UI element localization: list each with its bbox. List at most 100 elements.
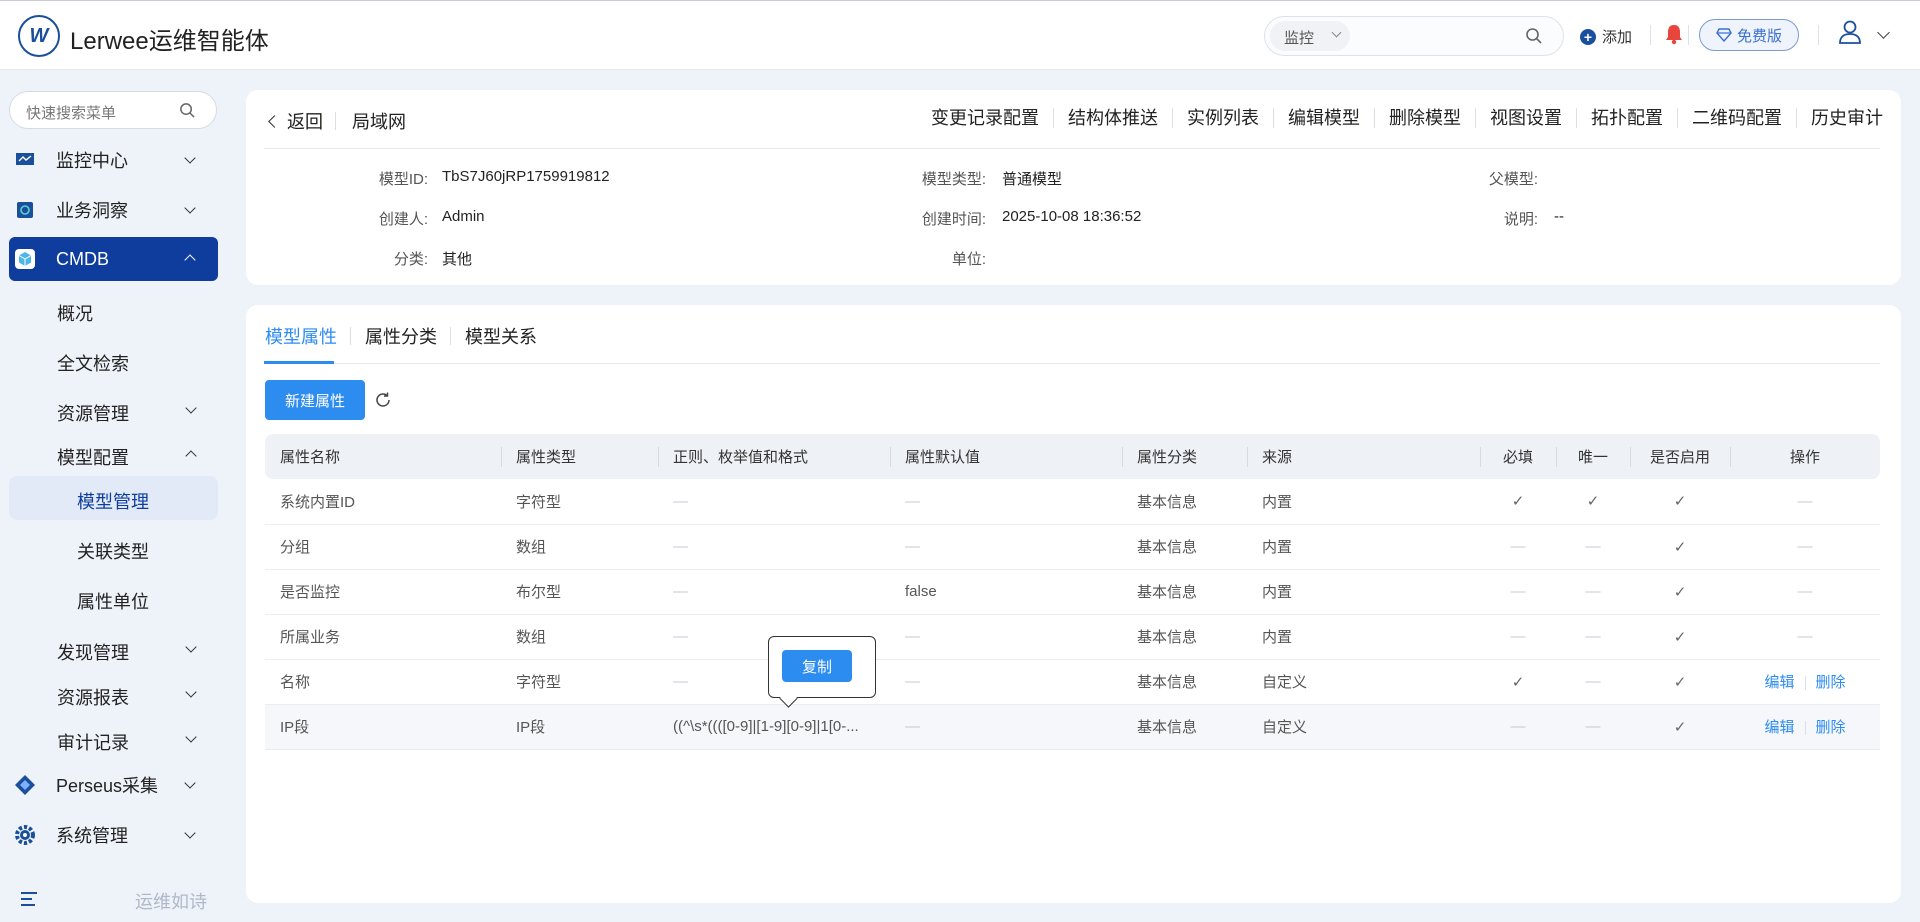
app-logo[interactable]: W [18, 15, 60, 57]
divider [264, 148, 1880, 149]
column-header: 属性名称 [265, 434, 501, 479]
sidebar-item-discovery-mgmt[interactable]: 发现管理 [57, 639, 197, 665]
sidebar-item-model-config[interactable]: 模型配置 [57, 444, 197, 470]
column-header: 属性默认值 [890, 434, 1122, 479]
chevron-down-icon [184, 152, 196, 164]
copy-tooltip: 复制 [768, 636, 876, 698]
action-history-audit[interactable]: 历史审计 [1797, 108, 1883, 128]
enabled-check-icon: ✓ [1630, 569, 1730, 615]
attr-default-cell: — [890, 659, 1122, 705]
sidebar-item-audit-log[interactable]: 审计记录 [57, 729, 197, 755]
tab-model-relations[interactable]: 模型关系 [465, 323, 537, 349]
table-row: 名称 字符型 — — 基本信息 自定义 ✓ — ✓ 编辑 删除 [265, 659, 1880, 705]
search-scope-select[interactable]: 监控 [1270, 21, 1350, 51]
global-search[interactable]: 监控 [1264, 16, 1564, 56]
attributes-card: 模型属性 属性分类 模型关系 新建属性 属性名称 属性类型 正则、枚举值和格式 … [246, 305, 1901, 903]
attr-regex-cell[interactable]: ((^\s*((([0-9]|[1-9][0-9]|1[0-... [658, 704, 890, 750]
created-time-value: 2025-10-08 18:36:52 [1002, 208, 1142, 225]
sidebar-item-resource-mgmt[interactable]: 资源管理 [57, 400, 197, 426]
copy-button[interactable]: 复制 [782, 650, 852, 682]
search-icon[interactable] [1525, 27, 1543, 45]
attr-default-cell: — [890, 524, 1122, 570]
sidebar-item-business-insight[interactable]: 业务洞察 [9, 189, 218, 231]
attr-regex-cell: — [658, 524, 890, 570]
action-change-record-config[interactable]: 变更记录配置 [917, 108, 1054, 128]
attr-regex-cell: — [658, 479, 890, 525]
action-instance-list[interactable]: 实例列表 [1173, 108, 1274, 128]
delete-link[interactable]: 删除 [1816, 719, 1846, 736]
new-attribute-button[interactable]: 新建属性 [265, 380, 365, 420]
sidebar-item-relation-type[interactable]: 关联类型 [9, 526, 218, 570]
field-label: 分类: [393, 251, 428, 268]
creator-value: Admin [442, 208, 485, 225]
sidebar: 快速搜索菜单 监控中心 业务洞察 CMDB 概况 全文检索 资源管理 模型配置 … [0, 71, 230, 922]
sidebar-item-cmdb[interactable]: CMDB [9, 237, 218, 281]
chevron-down-icon [185, 686, 197, 698]
required-cell: — [1480, 569, 1556, 615]
description-value: -- [1554, 208, 1564, 225]
divider [1818, 25, 1819, 45]
attr-source-cell: 内置 [1247, 614, 1480, 660]
sidebar-item-overview[interactable]: 概况 [57, 300, 93, 326]
sidebar-item-perseus[interactable]: Perseus采集 [9, 764, 218, 806]
search-icon[interactable] [179, 102, 196, 119]
sidebar-item-monitor-center[interactable]: 监控中心 [9, 139, 218, 181]
table-row: 是否监控 布尔型 — false 基本信息 内置 — — ✓ — [265, 569, 1880, 615]
enabled-check-icon: ✓ [1630, 524, 1730, 570]
diamond-icon [1716, 28, 1732, 42]
attr-name-cell: 分组 [265, 524, 501, 570]
attributes-table: 属性名称 属性类型 正则、枚举值和格式 属性默认值 属性分类 来源 必填 唯一 … [265, 434, 1880, 750]
refresh-icon[interactable] [374, 391, 392, 409]
action-struct-push[interactable]: 结构体推送 [1054, 108, 1173, 128]
action-delete-model[interactable]: 删除模型 [1375, 108, 1476, 128]
attr-name-cell: IP段 [265, 704, 501, 750]
field-label: 说明: [1503, 211, 1538, 228]
sidebar-item-resource-report[interactable]: 资源报表 [57, 684, 197, 710]
attr-default-cell: — [890, 479, 1122, 525]
op-cell: 编辑 删除 [1730, 704, 1880, 750]
add-button[interactable]: + 添加 [1580, 26, 1632, 47]
attr-category-cell: 基本信息 [1122, 614, 1247, 660]
attr-default-cell: — [890, 704, 1122, 750]
attr-type-cell: 字符型 [501, 479, 658, 525]
column-header: 唯一 [1556, 434, 1630, 479]
user-icon[interactable] [1838, 19, 1862, 45]
action-view-settings[interactable]: 视图设置 [1476, 108, 1577, 128]
bell-icon[interactable] [1664, 23, 1684, 45]
chevron-down-icon [184, 202, 196, 214]
back-button[interactable]: 返回 [268, 108, 323, 134]
chevron-up-icon [184, 254, 196, 266]
tab-model-attributes[interactable]: 模型属性 [265, 323, 337, 349]
sidebar-item-attr-unit[interactable]: 属性单位 [9, 576, 218, 620]
edit-link[interactable]: 编辑 [1764, 674, 1794, 691]
sidebar-item-model-mgmt[interactable]: 模型管理 [9, 476, 218, 520]
column-header: 是否启用 [1630, 434, 1730, 479]
action-qrcode-config[interactable]: 二维码配置 [1678, 108, 1797, 128]
collapse-menu-icon[interactable] [20, 891, 38, 907]
divider [1650, 25, 1651, 45]
delete-link[interactable]: 删除 [1816, 674, 1846, 691]
sidebar-item-fulltext-search[interactable]: 全文检索 [57, 350, 129, 376]
attr-type-cell: 布尔型 [501, 569, 658, 615]
field-label: 模型类型: [921, 171, 986, 188]
action-topology-config[interactable]: 拓扑配置 [1577, 108, 1678, 128]
model-name: 局域网 [352, 112, 406, 132]
attr-category-cell: 基本信息 [1122, 704, 1247, 750]
chevron-down-icon [185, 641, 197, 653]
free-edition-button[interactable]: 免费版 [1699, 19, 1799, 51]
attr-source-cell: 内置 [1247, 569, 1480, 615]
unique-cell: — [1556, 569, 1630, 615]
unique-cell: — [1556, 614, 1630, 660]
required-cell: — [1480, 524, 1556, 570]
menu-search-input[interactable]: 快速搜索菜单 [9, 91, 217, 129]
monitor-icon [14, 149, 36, 171]
required-check-icon: ✓ [1480, 659, 1556, 705]
tab-attribute-groups[interactable]: 属性分类 [365, 323, 437, 349]
column-header: 属性类型 [501, 434, 658, 479]
chevron-down-icon[interactable] [1877, 26, 1890, 39]
action-edit-model[interactable]: 编辑模型 [1274, 108, 1375, 128]
sidebar-item-system-mgmt[interactable]: 系统管理 [9, 814, 218, 856]
edit-link[interactable]: 编辑 [1764, 719, 1794, 736]
attr-source-cell: 自定义 [1247, 704, 1480, 750]
table-header: 属性名称 属性类型 正则、枚举值和格式 属性默认值 属性分类 来源 必填 唯一 … [265, 434, 1880, 479]
